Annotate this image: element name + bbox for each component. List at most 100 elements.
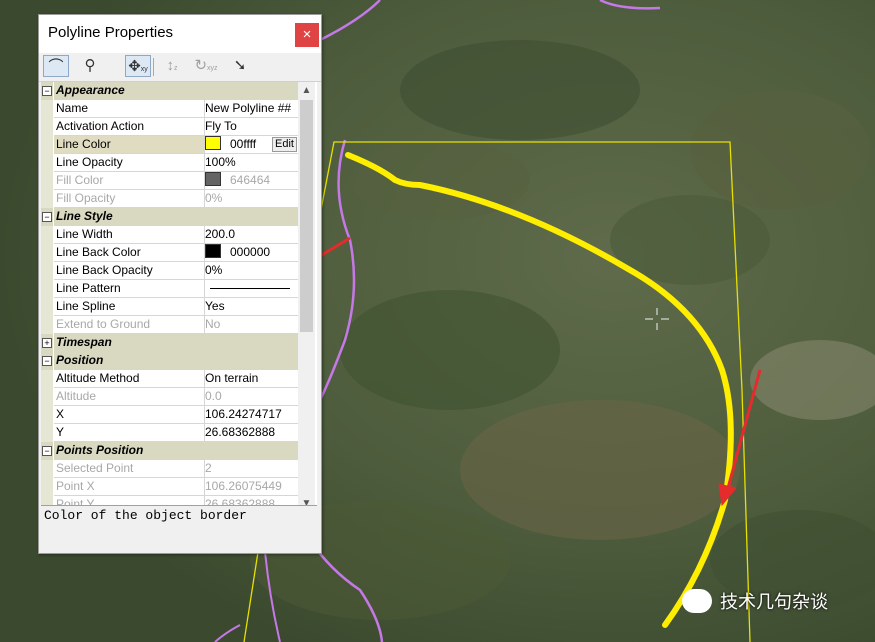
watermark: 技术几句杂谈	[682, 588, 828, 614]
property-value: 0%	[204, 190, 299, 208]
property-row-selected-point: Selected Point 2	[41, 460, 299, 478]
category-label: Timespan	[54, 334, 205, 352]
collapse-toggle-icon[interactable]: −	[42, 446, 52, 456]
window-title: Polyline Properties	[48, 24, 174, 41]
fill-color-value: 646464	[230, 173, 271, 187]
category-line-style[interactable]: − Line Style	[41, 208, 299, 226]
property-label: Name	[54, 100, 205, 118]
rotate-xyz-sub: xyz	[207, 65, 218, 72]
edit-color-button[interactable]: Edit	[272, 137, 297, 152]
category-position[interactable]: − Position	[41, 352, 299, 370]
scroll-thumb[interactable]	[300, 100, 313, 332]
property-value[interactable]: New Polyline ##	[204, 100, 299, 118]
property-value: 0.0	[204, 388, 299, 406]
property-label: Altitude Method	[54, 370, 205, 388]
property-label: Selected Point	[54, 460, 205, 478]
property-label: Point X	[54, 478, 205, 496]
toolbar-separator	[153, 58, 154, 76]
collapse-toggle-icon[interactable]: −	[42, 212, 52, 222]
property-row-point-x: Point X 106.26075449	[41, 478, 299, 496]
property-row-line-pattern[interactable]: Line Pattern	[41, 280, 299, 298]
property-row-line-back-color[interactable]: Line Back Color 000000	[41, 244, 299, 262]
collapse-toggle-icon[interactable]: −	[42, 86, 52, 96]
property-value[interactable]: 200.0	[204, 226, 299, 244]
move-z-icon[interactable]: ↕z	[159, 55, 185, 77]
property-row-altitude-method[interactable]: Altitude Method On terrain	[41, 370, 299, 388]
expand-toggle-icon[interactable]: +	[42, 338, 52, 348]
move-z-sub: z	[174, 65, 178, 72]
property-value: 106.26075449	[204, 478, 299, 496]
collapse-toggle-icon[interactable]: −	[42, 356, 52, 366]
property-label: Line Opacity	[54, 154, 205, 172]
property-value[interactable]: 106.24274717	[204, 406, 299, 424]
property-value[interactable]: 0%	[204, 262, 299, 280]
back-color-value: 000000	[230, 245, 271, 259]
move-xy-icon[interactable]: ✥xy	[125, 55, 151, 77]
category-label: Position	[54, 352, 205, 370]
color-swatch	[205, 136, 221, 150]
property-row-activation-action[interactable]: Activation Action Fly To	[41, 118, 299, 136]
polyline-properties-window: Polyline Properties × ⌒ ⚲ ✥xy ↕z ↻xyz ➘ …	[38, 14, 322, 554]
watermark-text: 技术几句杂谈	[720, 592, 828, 612]
property-value: 2	[204, 460, 299, 478]
property-value[interactable]: On terrain	[204, 370, 299, 388]
property-value[interactable]: 00ffff Edit	[204, 136, 299, 154]
property-value: No	[204, 316, 299, 334]
property-value[interactable]: Yes	[204, 298, 299, 316]
vertical-scrollbar[interactable]: ▲ ▼	[298, 82, 315, 512]
property-label: Line Color	[54, 136, 205, 154]
property-label: Extend to Ground	[54, 316, 205, 334]
property-row-fill-opacity: Fill Opacity 0%	[41, 190, 299, 208]
category-label: Points Position	[54, 442, 205, 460]
property-row-line-width[interactable]: Line Width 200.0	[41, 226, 299, 244]
property-value: 646464	[204, 172, 299, 190]
property-label: Fill Opacity	[54, 190, 205, 208]
title-bar[interactable]: Polyline Properties ×	[39, 15, 321, 53]
scroll-up-icon[interactable]: ▲	[298, 82, 315, 99]
property-label: X	[54, 406, 205, 424]
color-swatch	[205, 244, 221, 258]
pointer-arrow-icon[interactable]: ➘	[227, 55, 253, 77]
move-z-glyph: ↕	[166, 57, 175, 74]
property-row-line-spline[interactable]: Line Spline Yes	[41, 298, 299, 316]
toolbar: ⌒ ⚲ ✥xy ↕z ↻xyz ➘	[39, 53, 321, 82]
property-value[interactable]: 100%	[204, 154, 299, 172]
property-row-name[interactable]: Name New Polyline ##	[41, 100, 299, 118]
property-row-x[interactable]: X 106.24274717	[41, 406, 299, 424]
property-row-y[interactable]: Y 26.68362888	[41, 424, 299, 442]
category-label: Line Style	[54, 208, 205, 226]
category-appearance[interactable]: − Appearance	[41, 82, 299, 100]
color-swatch	[205, 172, 221, 186]
property-row-extend-to-ground: Extend to Ground No	[41, 316, 299, 334]
property-row-line-opacity[interactable]: Line Opacity 100%	[41, 154, 299, 172]
property-value[interactable]: 000000	[204, 244, 299, 262]
property-label: Fill Color	[54, 172, 205, 190]
rotate-xyz-glyph: ↻	[194, 57, 208, 74]
property-label: Line Back Opacity	[54, 262, 205, 280]
property-label: Line Pattern	[54, 280, 205, 298]
property-value[interactable]: 26.68362888	[204, 424, 299, 442]
property-label: Activation Action	[54, 118, 205, 136]
property-label: Line Width	[54, 226, 205, 244]
rotate-xyz-icon[interactable]: ↻xyz	[193, 55, 219, 77]
property-grid: − Appearance Name New Polyline ## Activa…	[41, 82, 317, 512]
property-value[interactable]: Fly To	[204, 118, 299, 136]
property-row-fill-color: Fill Color 646464	[41, 172, 299, 190]
category-points-position[interactable]: − Points Position	[41, 442, 299, 460]
move-xy-sub: xy	[140, 66, 148, 73]
category-label: Appearance	[54, 82, 205, 100]
wechat-logo-icon	[682, 589, 712, 613]
property-row-altitude: Altitude 0.0	[41, 388, 299, 406]
property-label: Line Spline	[54, 298, 205, 316]
move-xy-glyph: ✥	[128, 58, 141, 75]
property-row-line-color[interactable]: Line Color 00ffff Edit	[41, 136, 299, 154]
line-pattern-preview[interactable]	[204, 280, 299, 298]
close-button[interactable]: ×	[295, 23, 319, 47]
property-row-line-back-opacity[interactable]: Line Back Opacity 0%	[41, 262, 299, 280]
property-label: Altitude	[54, 388, 205, 406]
category-timespan[interactable]: + Timespan	[41, 334, 299, 352]
nodes-tool-icon[interactable]: ⚲	[77, 55, 103, 77]
property-label: Line Back Color	[54, 244, 205, 262]
curve-tool-icon[interactable]: ⌒	[43, 55, 69, 77]
line-color-value: 00ffff	[230, 137, 257, 151]
